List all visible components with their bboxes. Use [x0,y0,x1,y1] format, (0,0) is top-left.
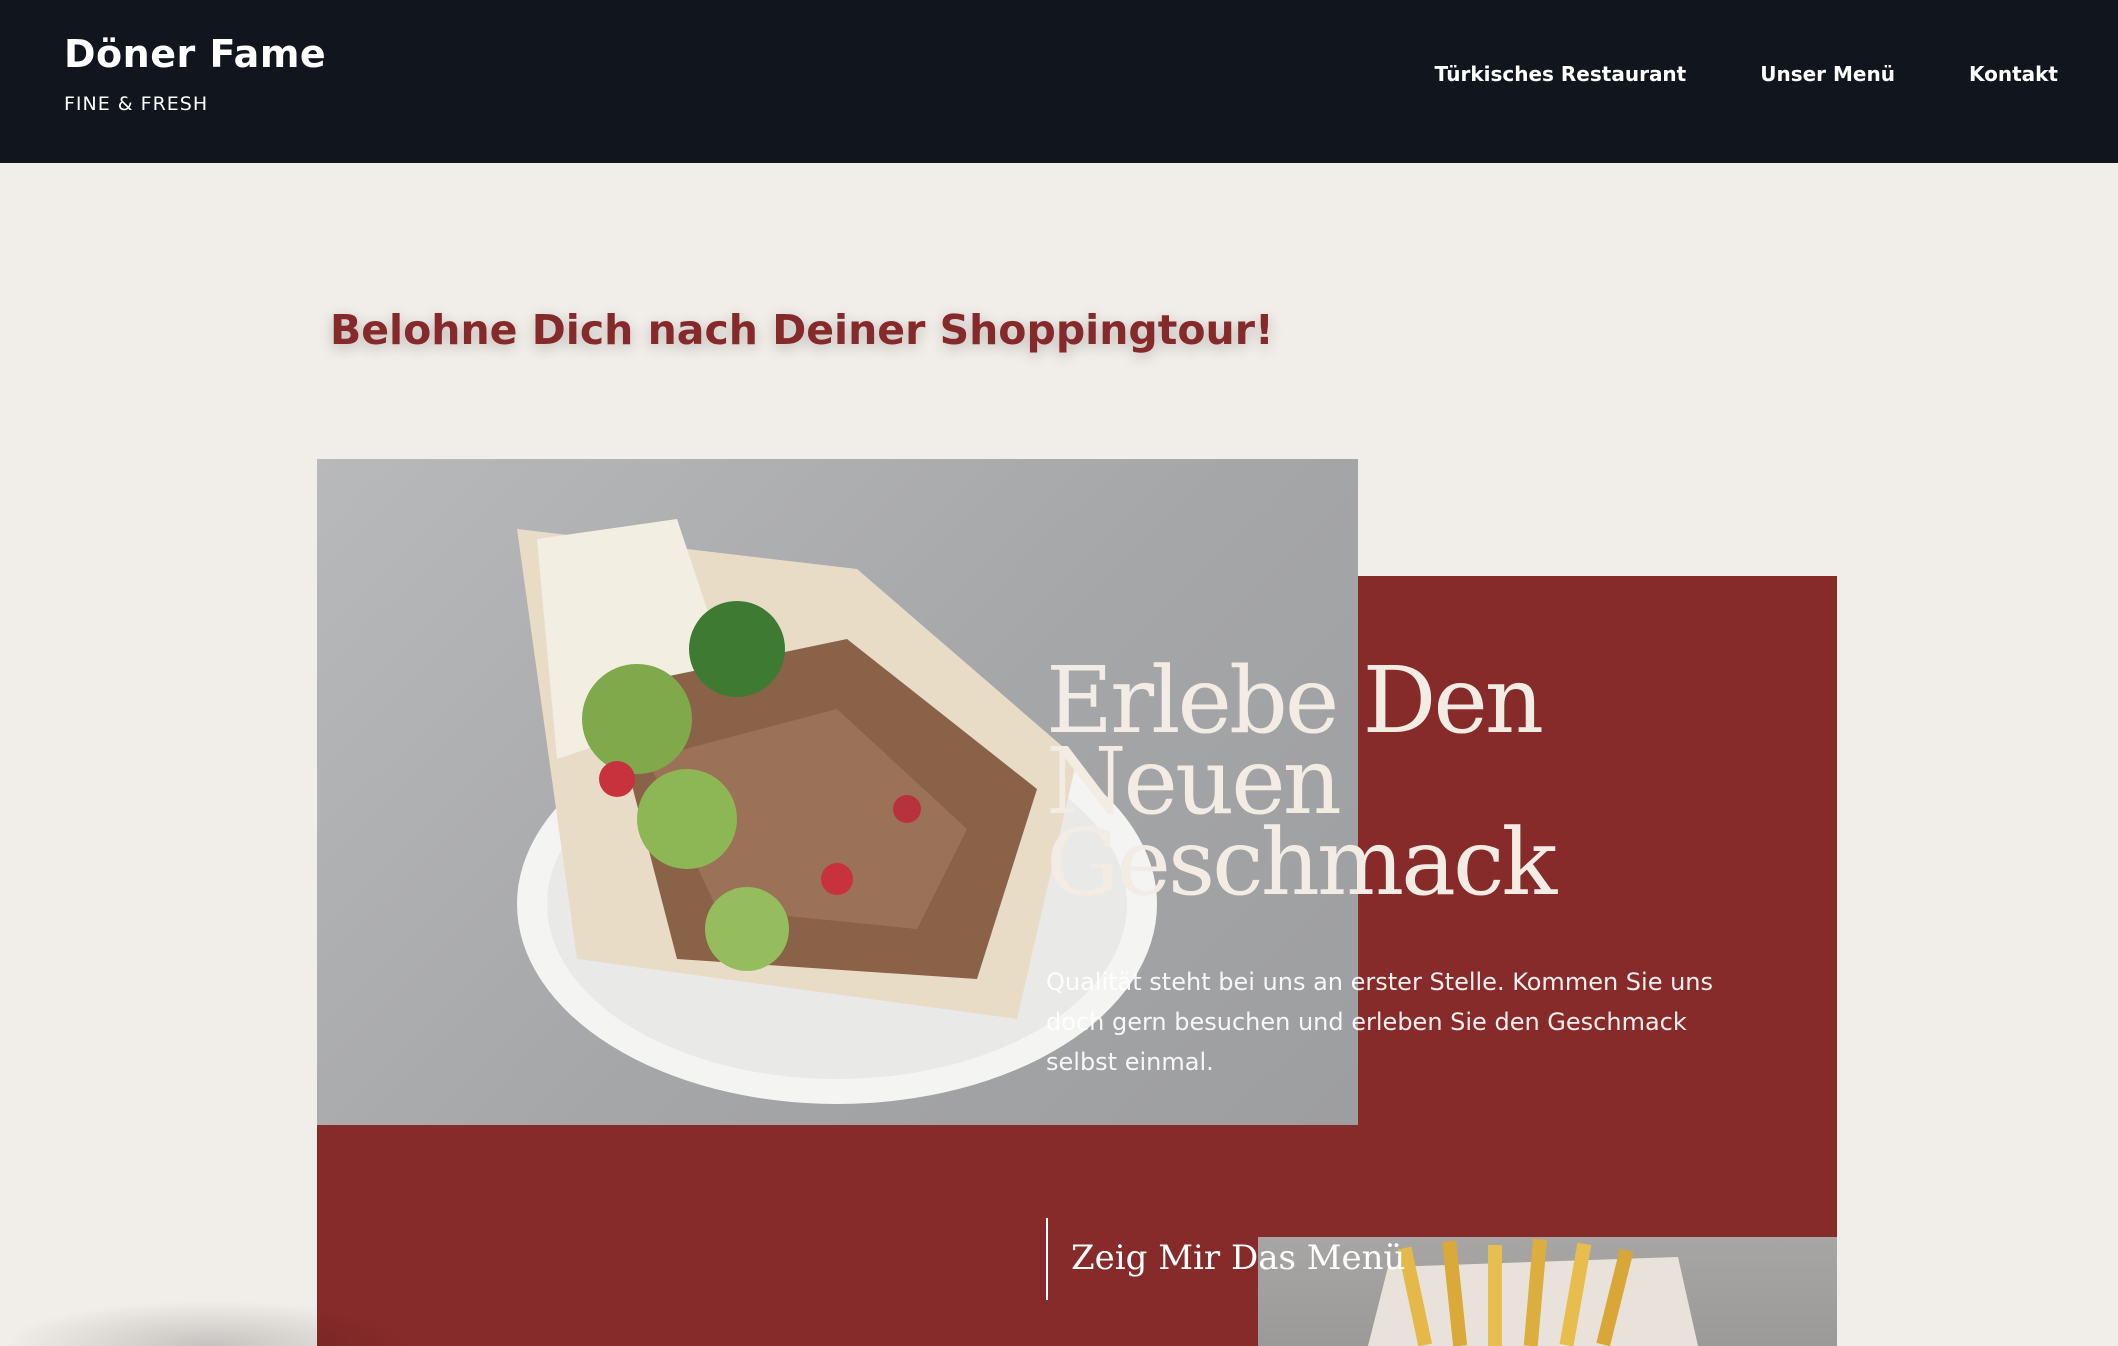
brand-subtitle: FINE & FRESH [64,93,209,115]
hero-heading-line-3: Geschmack [1046,809,1557,916]
hero-heading: Erlebe Den Neuen Geschmack [1046,655,1806,916]
bottom-shadow [0,1300,420,1346]
brand-title[interactable]: Döner Fame [64,32,326,76]
nav-item-tuerkisches-restaurant[interactable]: Türkisches Restaurant [1434,62,1686,86]
show-menu-button[interactable]: Zeig Mir Das Menü [1071,1238,1405,1278]
hero-description: Qualität steht bei uns an erster Stelle.… [1046,968,1714,1076]
promo-headline: Belohne Dich nach Deiner Shoppingtour! [330,306,1274,354]
site-header: Döner Fame FINE & FRESH Türkisches Resta… [0,0,2118,163]
nav-item-unser-menue[interactable]: Unser Menü [1760,62,1895,86]
cta-divider [1046,1218,1048,1300]
main-nav: Türkisches Restaurant Unser Menü Kontakt [1434,62,2058,86]
nav-item-kontakt[interactable]: Kontakt [1969,62,2058,86]
